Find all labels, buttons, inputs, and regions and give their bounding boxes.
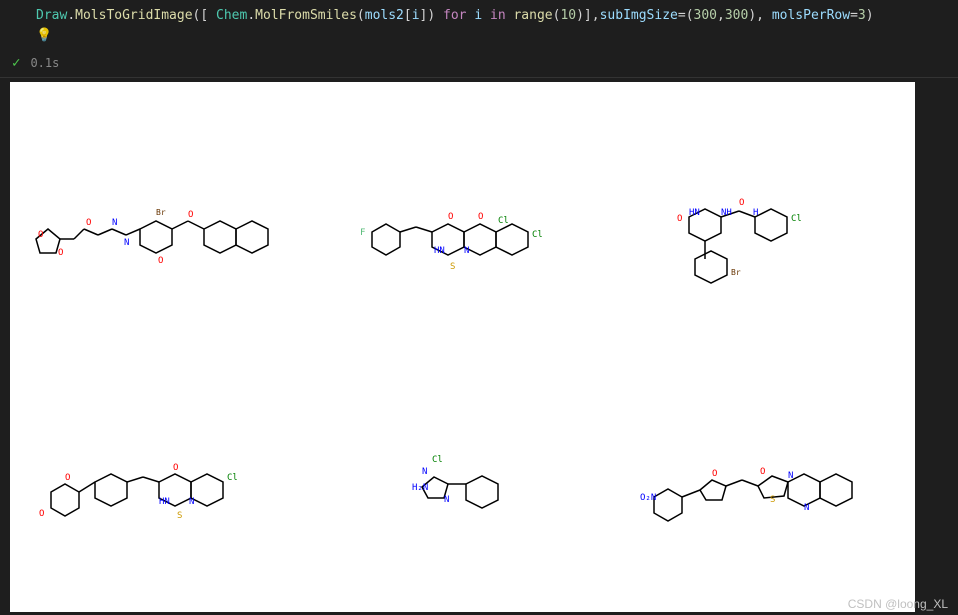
molecule-cell: O₂N O O S N N (613, 362, 915, 612)
token-fn: MolsToGridImage (75, 6, 192, 26)
token-dot: . (247, 6, 255, 26)
lightbulb-icon[interactable]: 💡 (36, 28, 52, 43)
molecule-svg: N N H₂N Cl (372, 432, 552, 542)
token-module: Chem (216, 6, 247, 26)
molecule-svg: O O O N N Br O O (16, 177, 306, 297)
token-punct: ) (866, 6, 874, 26)
svg-text:HN: HN (159, 497, 170, 507)
svg-text:H: H (753, 208, 758, 218)
svg-text:S: S (177, 511, 182, 521)
token-kwarg: molsPerRow (772, 6, 850, 26)
token-punct: ([ (193, 6, 216, 26)
token-module: Draw (36, 6, 67, 26)
svg-text:O: O (448, 212, 453, 222)
token-id: mols2 (365, 6, 404, 26)
svg-text:O: O (478, 212, 483, 222)
watermark: CSDN @loong_XL (848, 597, 948, 611)
svg-text:S: S (450, 262, 455, 272)
svg-text:N: N (444, 495, 449, 505)
token-punct: = (850, 6, 858, 26)
molecule-cell: O O O HN N S Cl (10, 362, 312, 612)
hint-line: 💡 (12, 28, 946, 43)
svg-text:O: O (158, 256, 163, 266)
token-id: i (474, 6, 482, 26)
molecule-svg: F O O HN N S Cl Cl (352, 177, 572, 297)
svg-text:Cl: Cl (227, 473, 238, 483)
svg-text:Cl: Cl (432, 455, 443, 465)
svg-text:NH: NH (721, 208, 732, 218)
token-number: 300 (725, 6, 748, 26)
molecule-svg: O HN NH O H Cl Br (649, 167, 879, 307)
token-space (467, 6, 475, 26)
molecule-cell: O O O N N Br O O (10, 112, 312, 362)
token-fn: MolFromSmiles (255, 6, 357, 26)
svg-text:N: N (804, 503, 809, 513)
svg-text:O₂N: O₂N (640, 493, 656, 503)
token-punct: ), (748, 6, 771, 26)
token-space (482, 6, 490, 26)
molecule-cell: N N H₂N Cl (312, 362, 614, 612)
molecule-cell: F O O HN N S Cl Cl (312, 112, 614, 362)
svg-text:N: N (112, 218, 117, 228)
svg-text:N: N (422, 467, 427, 477)
token-punct: ]) (420, 6, 443, 26)
svg-text:H₂N: H₂N (412, 483, 428, 493)
molecule-svg: O O O HN N S Cl (31, 422, 291, 552)
svg-text:N: N (464, 246, 469, 256)
token-punct: =( (678, 6, 694, 26)
token-number: 3 (858, 6, 866, 26)
token-id: i (412, 6, 420, 26)
svg-text:Br: Br (156, 208, 166, 217)
token-keyword: in (490, 6, 506, 26)
token-number: 10 (560, 6, 576, 26)
molecule-grid: O O O N N Br O O F (10, 82, 915, 612)
execution-status: ✓ 0.1s (0, 49, 958, 78)
svg-text:O: O (173, 463, 178, 473)
svg-text:O: O (188, 210, 193, 220)
token-punct: )], (576, 6, 599, 26)
svg-text:Cl: Cl (532, 230, 543, 240)
token-builtin: range (513, 6, 552, 26)
code-cell[interactable]: Draw . MolsToGridImage ([ Chem . MolFrom… (0, 0, 958, 49)
svg-text:O: O (760, 467, 765, 477)
svg-text:F: F (360, 228, 365, 238)
svg-text:O: O (65, 473, 70, 483)
code-line: Draw . MolsToGridImage ([ Chem . MolFrom… (12, 6, 946, 26)
svg-text:HN: HN (689, 208, 700, 218)
svg-text:O: O (677, 214, 682, 224)
output-area: O O O N N Br O O F (10, 82, 915, 612)
svg-text:O: O (39, 509, 44, 519)
svg-text:N: N (788, 471, 793, 481)
molecule-svg: O₂N O O S N N (634, 422, 894, 552)
token-punct: ( (357, 6, 365, 26)
svg-text:Br: Br (731, 268, 741, 277)
token-kwarg: subImgSize (600, 6, 678, 26)
svg-text:N: N (189, 497, 194, 507)
svg-text:O: O (58, 248, 63, 258)
token-punct: , (717, 6, 725, 26)
svg-text:O: O (86, 218, 91, 228)
token-space (506, 6, 514, 26)
svg-text:HN: HN (434, 246, 445, 256)
svg-text:O: O (739, 198, 744, 208)
token-dot: . (67, 6, 75, 26)
svg-text:O: O (712, 469, 717, 479)
svg-text:Cl: Cl (498, 216, 509, 226)
token-punct: ( (553, 6, 561, 26)
svg-text:N: N (124, 238, 129, 248)
svg-text:S: S (770, 495, 775, 505)
token-keyword: for (443, 6, 466, 26)
token-number: 300 (694, 6, 717, 26)
execution-time: 0.1s (30, 56, 59, 70)
svg-text:Cl: Cl (791, 214, 802, 224)
svg-text:O: O (38, 230, 43, 240)
token-punct: [ (404, 6, 412, 26)
molecule-cell: O HN NH O H Cl Br (613, 112, 915, 362)
check-icon: ✓ (12, 55, 20, 71)
